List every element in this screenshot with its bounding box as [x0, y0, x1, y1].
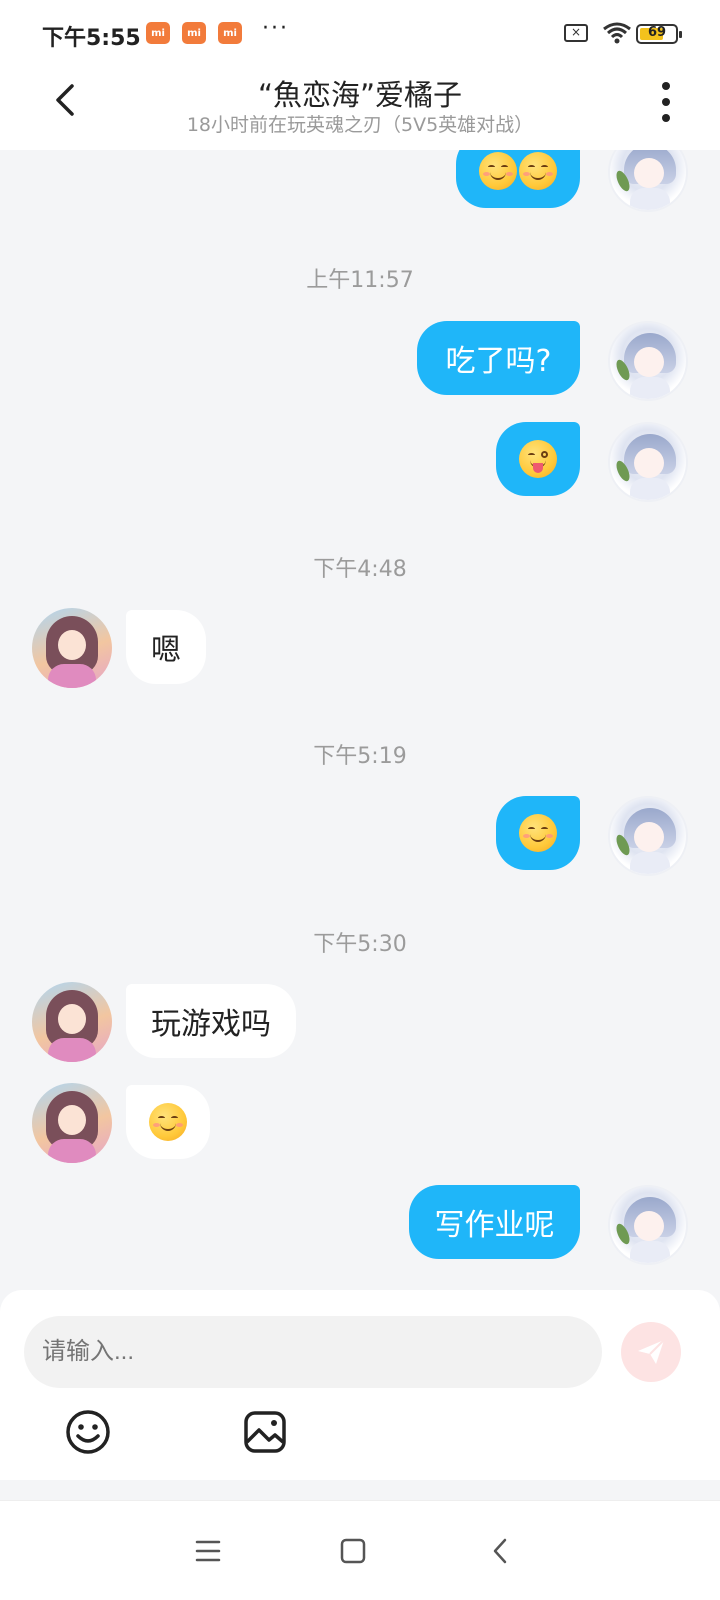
- message-bubble-self[interactable]: 写作业呢: [409, 1185, 580, 1259]
- mi-notification-icon: mi: [218, 22, 242, 44]
- message-bubble-other[interactable]: [126, 1085, 210, 1159]
- more-notifications-icon: ···: [262, 16, 289, 41]
- no-sim-icon: ×: [564, 24, 588, 42]
- message-bubble-other[interactable]: 嗯: [126, 610, 206, 684]
- image-icon[interactable]: [241, 1408, 289, 1456]
- self-avatar[interactable]: [608, 150, 688, 212]
- self-avatar[interactable]: [608, 422, 688, 502]
- contact-avatar[interactable]: [32, 608, 112, 688]
- message-text: 吃了吗?: [445, 344, 552, 379]
- emoji-icon[interactable]: [64, 1408, 112, 1456]
- menu-icon[interactable]: [188, 1531, 228, 1571]
- self-avatar[interactable]: [608, 321, 688, 401]
- chevron-left-icon: [56, 84, 74, 116]
- time-divider: 下午5:19: [313, 744, 407, 769]
- contact-avatar[interactable]: [32, 982, 112, 1062]
- message-bubble-self[interactable]: [496, 422, 580, 496]
- time-divider: 下午4:48: [313, 557, 407, 582]
- more-options-button[interactable]: [656, 82, 676, 122]
- back-icon[interactable]: [481, 1531, 521, 1571]
- mi-notification-icon: mi: [146, 22, 170, 44]
- battery-level: 69: [647, 25, 667, 40]
- message-bubble-other[interactable]: 玩游戏吗: [126, 984, 296, 1058]
- message-text: 写作业呢: [434, 1208, 555, 1243]
- chat-header: “魚恋海”爱橘子 18小时前在玩英魂之刃（5V5英雄对战）: [0, 66, 720, 150]
- dot-icon: [662, 82, 670, 90]
- message-text: 玩游戏吗: [151, 1007, 271, 1042]
- dot-icon: [662, 98, 670, 106]
- smiling-face-icon: [519, 152, 557, 190]
- self-avatar[interactable]: [608, 1185, 688, 1265]
- contact-status: 18小时前在玩英魂之刃（5V5英雄对战）: [186, 114, 534, 136]
- status-bar: 下午5:55 mi mi mi ··· × 69: [0, 0, 720, 66]
- self-avatar[interactable]: [608, 796, 688, 876]
- time-divider: 下午5:30: [313, 932, 407, 957]
- dot-icon: [662, 114, 670, 122]
- send-button[interactable]: [621, 1322, 681, 1382]
- contact-name: “魚恋海”爱橘子: [257, 78, 463, 112]
- contact-avatar[interactable]: [32, 1083, 112, 1163]
- time-divider: 上午11:57: [306, 268, 414, 293]
- system-nav-bar: [0, 1500, 720, 1600]
- home-icon[interactable]: [333, 1531, 373, 1571]
- battery-icon: 69: [636, 24, 682, 44]
- mi-notification-icon: mi: [182, 22, 206, 44]
- smiling-face-icon: [519, 814, 557, 852]
- message-bubble-self[interactable]: 吃了吗?: [417, 321, 580, 395]
- status-time: 下午5:55: [42, 26, 141, 51]
- back-button[interactable]: [44, 78, 88, 122]
- message-text: 嗯: [151, 633, 181, 668]
- wifi-icon: [603, 22, 631, 44]
- smiling-face-icon: [479, 152, 517, 190]
- paper-plane-icon: [638, 1339, 665, 1364]
- message-composer: [0, 1290, 720, 1480]
- winking-face-with-tongue-icon: [519, 440, 557, 478]
- smiling-face-icon: [149, 1103, 187, 1141]
- message-input[interactable]: [24, 1316, 602, 1388]
- message-bubble-self[interactable]: [456, 150, 580, 208]
- message-bubble-self[interactable]: [496, 796, 580, 870]
- chat-messages[interactable]: 上午11:57 吃了吗? 下午4:48 嗯 下午5:19 下午5:30 玩游戏吗…: [0, 150, 720, 1290]
